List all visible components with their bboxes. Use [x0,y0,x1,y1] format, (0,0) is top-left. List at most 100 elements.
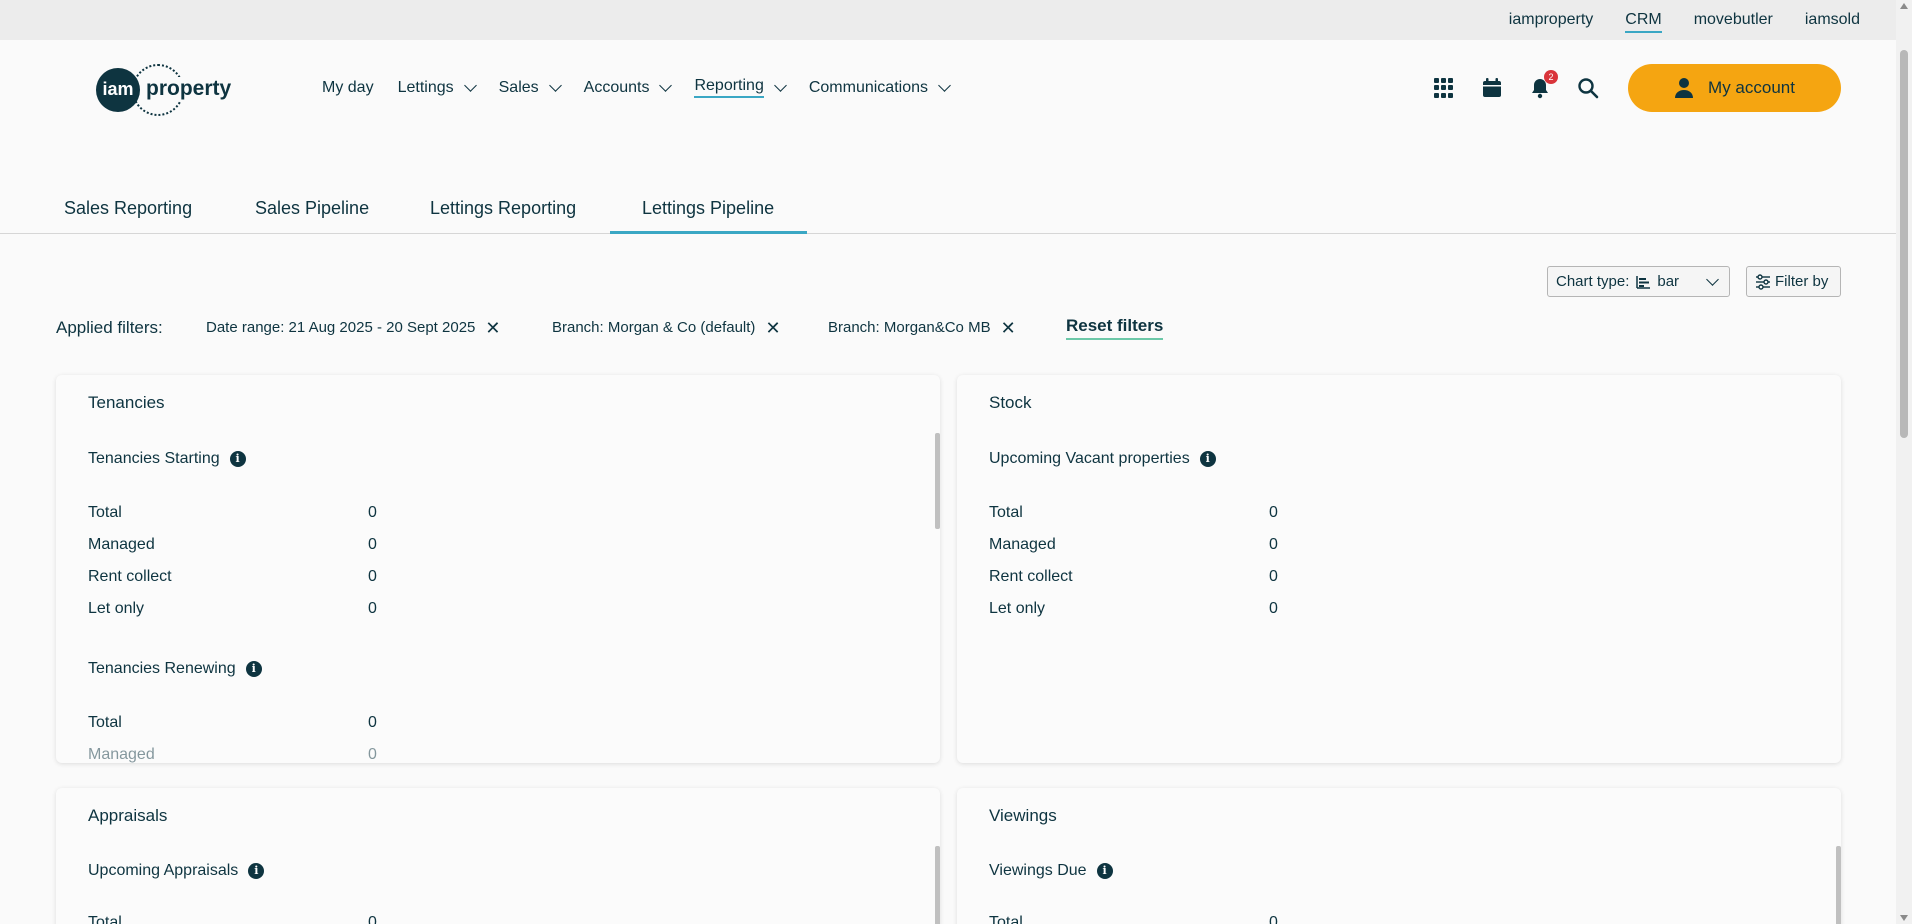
stat-row: Managed 0 [989,536,1278,554]
my-account-button[interactable]: My account [1628,64,1841,112]
reset-filters-link[interactable]: Reset filters [1066,316,1164,340]
section-title-viewings-due: Viewings Due i [989,862,1113,880]
stat-value: 0 [1269,504,1278,521]
search-icon[interactable] [1576,76,1600,100]
card-title: Appraisals [88,806,168,825]
stat-row: Let only 0 [88,600,377,618]
card-scrollbar[interactable] [935,846,940,924]
info-icon[interactable]: i [1199,451,1216,467]
chevron-down-icon [938,78,951,92]
brand-link-movebutler[interactable]: movebutler [1694,11,1773,33]
filter-chip-branch-default: Branch: Morgan & Co (default) ✕ [552,319,781,337]
info-icon[interactable]: i [245,661,262,677]
nav-communications[interactable]: Communications [808,78,951,97]
chart-type-select[interactable]: Chart type: bar [1547,266,1730,297]
brand-bar: iamproperty CRM movebutler iamsold [0,0,1896,40]
tab-sales-reporting[interactable]: Sales Reporting [64,198,192,234]
my-account-label: My account [1708,78,1795,97]
section-label: Tenancies Starting [88,450,220,467]
stat-row: Total 0 [989,914,1278,924]
section-label: Upcoming Vacant properties [989,450,1190,467]
stat-label: Total [88,504,122,521]
stat-label: Total [989,504,1023,521]
section-title-tenancies-starting: Tenancies Starting i [88,450,246,468]
nav-accounts[interactable]: Accounts [583,78,673,97]
tab-lettings-pipeline[interactable]: Lettings Pipeline [610,198,807,234]
stat-row: Managed 0 [88,746,377,763]
nav-label: Sales [498,78,539,96]
tab-sales-pipeline[interactable]: Sales Pipeline [255,198,369,234]
close-icon[interactable]: ✕ [485,319,500,337]
filter-chip-branch-mb: Branch: Morgan&Co MB ✕ [828,319,1016,337]
info-icon[interactable]: i [229,451,246,467]
brand-link-crm[interactable]: CRM [1625,11,1662,33]
chevron-down-icon [773,78,787,92]
stat-label: Managed [88,746,155,763]
page-scrollbar-thumb[interactable] [1900,50,1908,438]
info-icon[interactable]: i [248,863,265,879]
stat-label: Total [88,714,122,731]
filter-by-button[interactable]: Filter by [1746,266,1841,297]
chart-type-label: Chart type: [1556,273,1630,290]
nav-sales[interactable]: Sales [498,78,562,97]
nav-label: Communications [808,78,928,96]
brand-links: iamproperty CRM movebutler iamsold [1477,11,1860,33]
nav-my-day[interactable]: My day [322,79,374,97]
bell-icon[interactable]: 2 [1528,70,1558,100]
stat-label: Managed [989,536,1056,553]
stat-value: 0 [368,536,377,553]
stat-value: 0 [1269,600,1278,617]
tenancies-card: Tenancies Tenancies Starting i Total 0 Man… [56,375,940,763]
section-label: Tenancies Renewing [88,660,236,677]
brand-link-iamsold[interactable]: iamsold [1805,11,1860,33]
chevron-down-icon [463,78,477,92]
nav-reporting[interactable]: Reporting [694,77,787,98]
card-scrollbar[interactable] [1836,846,1841,924]
scroll-up-arrow-icon[interactable] [1900,3,1908,9]
tab-lettings-reporting[interactable]: Lettings Reporting [430,198,576,234]
stat-value: 0 [368,914,377,924]
stat-row: Total 0 [88,914,377,924]
stat-row: Managed 0 [88,536,377,554]
stat-value: 0 [368,714,377,731]
card-scrollbar[interactable] [935,433,940,529]
stat-label: Rent collect [989,568,1073,585]
info-icon[interactable]: i [1096,863,1113,879]
chip-label: Date range: 21 Aug 2025 - 20 Sept 2025 [206,319,476,336]
stat-label: Managed [88,536,155,553]
iamproperty-logo[interactable]: iam property [96,64,236,116]
nav-lettings[interactable]: Lettings [397,78,477,97]
stat-row: Rent collect 0 [989,568,1278,586]
stat-label: Total [989,914,1023,924]
stat-row: Rent collect 0 [88,568,377,586]
close-icon[interactable]: ✕ [765,319,780,337]
filter-by-label: Filter by [1775,273,1829,290]
stock-card: Stock Upcoming Vacant properties i Total 0… [957,375,1841,763]
stat-value: 0 [1269,914,1278,924]
card-title: Tenancies [88,393,165,412]
card-title: Stock [989,393,1032,412]
section-title-tenancies-renewing: Tenancies Renewing i [88,660,262,678]
filter-chip-date-range: Date range: 21 Aug 2025 - 20 Sept 2025 ✕ [206,319,500,337]
viewings-card: Viewings Viewings Due i Total 0 [957,788,1841,924]
stat-row: Total 0 [989,504,1278,522]
stat-row: Total 0 [88,504,377,522]
chip-label: Branch: Morgan & Co (default) [552,319,756,336]
close-icon[interactable]: ✕ [1001,319,1016,337]
stat-label: Let only [989,600,1046,617]
nav-label: Lettings [397,78,454,96]
stat-row: Let only 0 [989,600,1278,618]
stat-value: 0 [368,746,377,763]
reporting-tabs: Sales Reporting Sales Pipeline Lettings … [0,184,1896,234]
scroll-down-arrow-icon[interactable] [1900,915,1908,921]
page-scrollbar[interactable] [1896,0,1912,924]
brand-link-iamproperty[interactable]: iamproperty [1509,11,1593,33]
calendar-icon[interactable] [1480,76,1504,100]
notification-badge: 2 [1544,70,1558,84]
sliders-icon [1756,273,1770,290]
bar-chart-icon [1636,275,1651,289]
chip-label: Branch: Morgan&Co MB [828,319,991,336]
chevron-down-icon [1706,273,1719,286]
apps-grid-icon[interactable] [1432,76,1456,100]
nav-label: Accounts [583,78,650,96]
